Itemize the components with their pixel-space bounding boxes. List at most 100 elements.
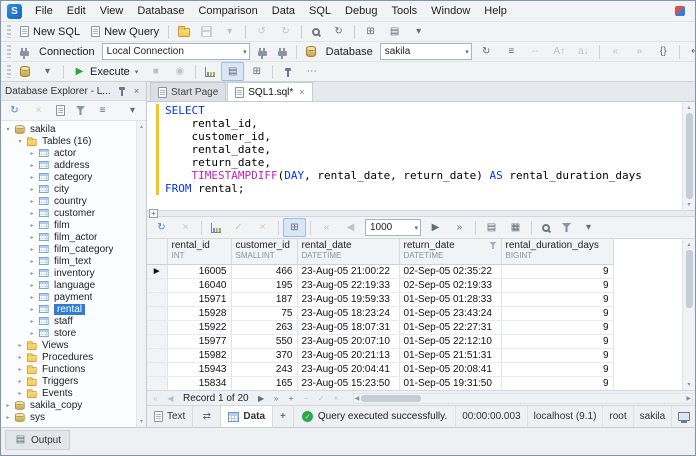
scroll-up-icon[interactable]: ▴ xyxy=(687,241,690,248)
debug-button[interactable]: ◉ xyxy=(168,62,191,81)
undo-button[interactable]: ↺ xyxy=(250,22,273,41)
cell[interactable]: 15834 xyxy=(167,376,231,390)
editor-scrollbar[interactable]: ▴▾ xyxy=(682,102,695,210)
search-button[interactable] xyxy=(306,24,326,40)
outdent-button[interactable]: « xyxy=(604,42,627,61)
scroll-down-icon[interactable]: ▾ xyxy=(687,381,690,388)
grid-row[interactable]: 159287523-Aug-05 18:23:2401-Sep-05 23:43… xyxy=(147,306,613,320)
expander-icon[interactable]: ▸ xyxy=(28,210,36,217)
record-insert-button[interactable]: + xyxy=(285,394,298,403)
record-first-button[interactable]: « xyxy=(149,394,162,403)
results-pane-button[interactable]: ▤ xyxy=(221,62,244,81)
menu-comparison[interactable]: Comparison xyxy=(191,2,264,20)
expander-icon[interactable]: ▸ xyxy=(28,234,36,241)
row-indicator[interactable] xyxy=(147,362,167,376)
code-line-3[interactable]: customer_id, xyxy=(147,130,682,143)
tab-add-view[interactable]: + xyxy=(273,406,294,427)
cell[interactable]: 23-Aug-05 20:21:13 xyxy=(297,348,399,362)
page-first-button[interactable]: « xyxy=(315,218,338,237)
connection-combobox[interactable]: Local Connection▾ xyxy=(102,43,250,60)
tree-node-events[interactable]: ▸Events xyxy=(1,387,146,399)
cell[interactable]: 370 xyxy=(231,348,297,362)
expander-icon[interactable]: ▸ xyxy=(28,294,36,301)
expander-icon[interactable]: ▸ xyxy=(28,270,36,277)
expander-icon[interactable]: ▸ xyxy=(28,198,36,205)
grid-search-button[interactable] xyxy=(536,220,556,236)
explorer-new-button[interactable] xyxy=(51,102,70,119)
cell[interactable]: 15977 xyxy=(167,334,231,348)
code-line-5[interactable]: return_date, xyxy=(147,156,682,169)
grid-row[interactable]: 1592226323-Aug-05 18:07:3101-Sep-05 22:2… xyxy=(147,320,613,334)
close-icon[interactable]: × xyxy=(131,86,142,97)
comment-button[interactable]: -- xyxy=(524,42,547,61)
menu-tools[interactable]: Tools xyxy=(384,2,424,20)
cell[interactable]: 23-Aug-05 18:07:31 xyxy=(297,320,399,334)
tab-start-page[interactable]: Start Page xyxy=(150,82,226,101)
expander-icon[interactable]: ▸ xyxy=(28,222,36,229)
code-line-4[interactable]: rental_date, xyxy=(147,143,682,156)
cell[interactable]: 9 xyxy=(501,320,613,334)
cell[interactable]: 23-Aug-05 21:00:22 xyxy=(297,264,399,278)
scroll-down-icon[interactable]: ▾ xyxy=(140,418,143,425)
row-indicator[interactable] xyxy=(147,320,167,334)
window-layout-button[interactable]: ▤ xyxy=(383,22,406,41)
cell[interactable]: 01-Sep-05 19:31:50 xyxy=(399,376,501,390)
cell[interactable]: 01-Sep-05 21:51:31 xyxy=(399,348,501,362)
wrap-button[interactable]: ↩ xyxy=(684,42,696,61)
refresh-databases-button[interactable]: ↻ xyxy=(475,42,498,61)
cell[interactable]: 01-Sep-05 01:28:33 xyxy=(399,292,501,306)
new-query-button[interactable]: New Query xyxy=(86,23,164,41)
database-combobox[interactable]: sakila▾ xyxy=(380,43,472,60)
record-next-button[interactable]: ▶ xyxy=(255,394,268,403)
menu-database[interactable]: Database xyxy=(130,2,191,20)
uppercase-button[interactable]: A↑ xyxy=(548,42,571,61)
cell[interactable]: 550 xyxy=(231,334,297,348)
tree-node-views[interactable]: ▸Views xyxy=(1,339,146,351)
cell[interactable]: 02-Sep-05 02:35:22 xyxy=(399,264,501,278)
page-next-button[interactable]: ▶ xyxy=(424,218,447,237)
grid-scrollbar[interactable]: ▴▾ xyxy=(682,239,695,390)
menu-sql[interactable]: SQL xyxy=(302,2,338,20)
cell[interactable]: 16005 xyxy=(167,264,231,278)
explorer-view-button[interactable]: ≡ xyxy=(91,101,114,120)
expander-icon[interactable]: ▸ xyxy=(28,306,36,313)
tree-node-payment[interactable]: ▸payment xyxy=(1,291,146,303)
tree-node-sakila-copy[interactable]: ▸sakila_copy xyxy=(1,399,146,411)
cell[interactable]: 9 xyxy=(501,292,613,306)
cell[interactable]: 466 xyxy=(231,264,297,278)
form-view-button[interactable]: ▦ xyxy=(504,218,527,237)
grid-row[interactable]: 1597118723-Aug-05 19:59:3301-Sep-05 01:2… xyxy=(147,292,613,306)
tree-node-sakila[interactable]: ▾sakila xyxy=(1,123,146,135)
expander-icon[interactable]: ▸ xyxy=(28,150,36,157)
expander-icon[interactable]: ▸ xyxy=(28,186,36,193)
row-indicator[interactable] xyxy=(147,376,167,390)
column-header-customer-id[interactable]: customer_idSMALLINT xyxy=(231,239,297,264)
grid-rollback-button[interactable]: × xyxy=(251,218,274,237)
cell[interactable]: 9 xyxy=(501,348,613,362)
cell[interactable]: 195 xyxy=(231,278,297,292)
cell[interactable]: 02-Sep-05 02:19:33 xyxy=(399,278,501,292)
cell[interactable]: 01-Sep-05 22:12:10 xyxy=(399,334,501,348)
session-database-button[interactable] xyxy=(15,63,35,80)
column-header-return-date[interactable]: return_dateDATETIME xyxy=(399,239,501,264)
grid-filter-button[interactable] xyxy=(557,220,576,235)
edit-connection-button[interactable] xyxy=(253,44,272,59)
grid-view-button[interactable]: ⊞ xyxy=(283,218,306,237)
cell[interactable]: 15922 xyxy=(167,320,231,334)
grid-horizontal-scrollbar[interactable]: ◀▶ xyxy=(353,393,693,404)
tab-swap[interactable]: ⇄ xyxy=(193,406,221,427)
tree-node-tables-16[interactable]: ▾Tables (16) xyxy=(1,135,146,147)
scroll-down-icon[interactable]: ▾ xyxy=(687,201,690,208)
cell[interactable]: 243 xyxy=(231,362,297,376)
expander-icon[interactable]: ▸ xyxy=(16,342,24,349)
execute-button[interactable]: ▶Execute▾ xyxy=(68,62,143,81)
cell[interactable]: 15971 xyxy=(167,292,231,306)
explorer-stop-button[interactable]: × xyxy=(27,101,50,120)
refresh-button[interactable]: ↻ xyxy=(327,22,350,41)
tree-node-inventory[interactable]: ▸inventory xyxy=(1,267,146,279)
cell[interactable]: 01-Sep-05 23:43:24 xyxy=(399,306,501,320)
tree-node-category[interactable]: ▸category xyxy=(1,171,146,183)
cell[interactable]: 9 xyxy=(501,334,613,348)
menu-data[interactable]: Data xyxy=(265,2,302,20)
menu-window[interactable]: Window xyxy=(424,2,477,20)
